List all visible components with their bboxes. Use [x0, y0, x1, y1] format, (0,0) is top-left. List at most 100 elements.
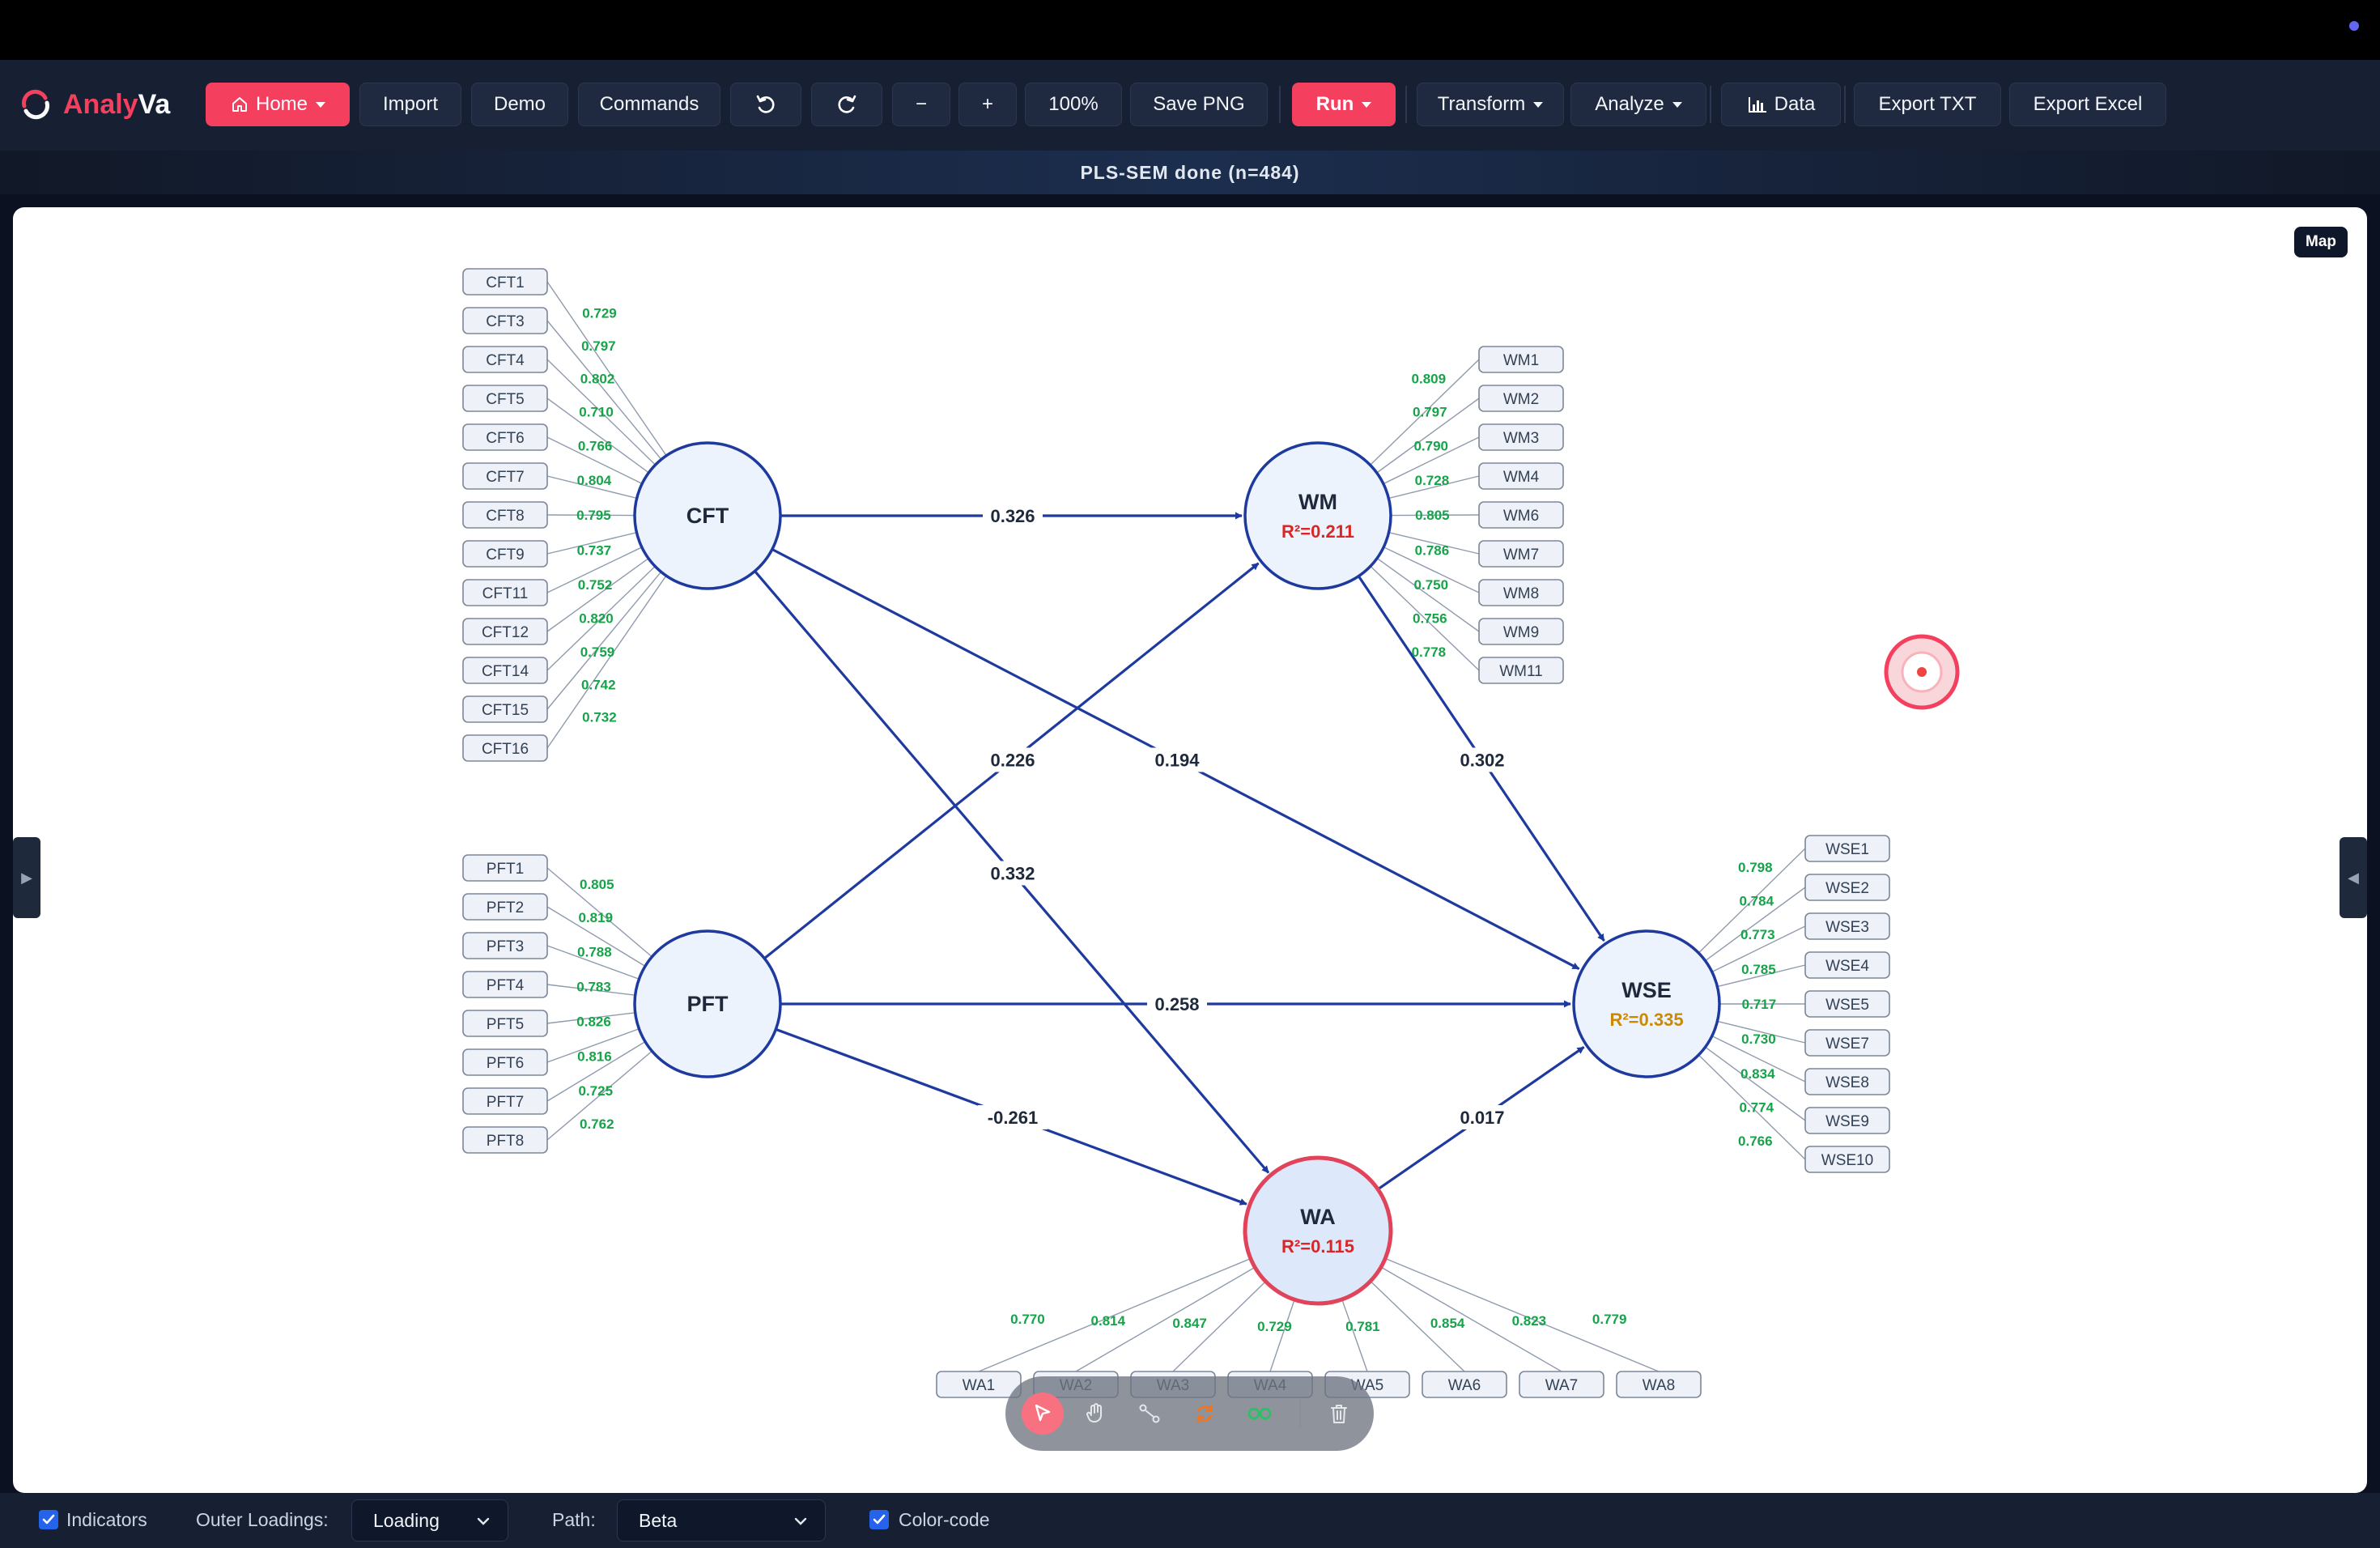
indicators-checkbox[interactable]: [39, 1510, 58, 1529]
hand-tool[interactable]: [1075, 1393, 1117, 1435]
loading-value: 0.797: [1413, 405, 1447, 420]
zoom-out-label: −: [915, 93, 927, 115]
save-png-button[interactable]: Save PNG: [1130, 83, 1268, 126]
loading-value: 0.730: [1741, 1031, 1776, 1047]
indicator-link: [1269, 1299, 1295, 1372]
construct-label: WA: [1300, 1205, 1336, 1229]
status-bar: PLS-SEM done (n=484): [0, 151, 2380, 194]
loading-value: 0.847: [1172, 1316, 1207, 1331]
indicator-label: CFT11: [482, 585, 529, 602]
indicator-label: WSE8: [1825, 1074, 1869, 1091]
select-tool[interactable]: [1022, 1393, 1064, 1435]
indicator-label: PFT8: [487, 1133, 524, 1150]
indicator-label: WM11: [1499, 663, 1542, 680]
brand-part-2: Va: [138, 88, 171, 120]
indicator-label: PFT6: [487, 1055, 524, 1072]
brand-logo[interactable]: AnalyVa: [19, 84, 170, 125]
loading-value: 0.820: [579, 611, 614, 627]
cursor-indicator: [1884, 634, 1960, 710]
import-button[interactable]: Import: [359, 83, 461, 126]
chevron-down-icon: [1533, 101, 1544, 108]
color-code-checkbox[interactable]: [869, 1510, 889, 1529]
delete-tool[interactable]: [1318, 1393, 1360, 1435]
home-icon: [232, 97, 247, 112]
home-button[interactable]: Home: [206, 83, 350, 126]
outer-loadings-select[interactable]: Loading: [351, 1499, 508, 1542]
loading-value: 0.805: [580, 877, 614, 892]
redo-button[interactable]: [811, 83, 882, 126]
home-label: Home: [255, 93, 308, 115]
indicator-label: CFT12: [482, 624, 529, 641]
indicator-label: PFT5: [487, 1016, 524, 1033]
loading-value: 0.766: [1738, 1133, 1773, 1149]
connect-icon: [1139, 1404, 1160, 1423]
bar-chart-icon: [1748, 97, 1766, 113]
zoom-in-label: +: [981, 93, 993, 115]
color-code-label: Color-code: [899, 1509, 990, 1530]
loading-value: 0.756: [1413, 611, 1447, 627]
loading-value: 0.805: [1415, 508, 1450, 523]
loading-value: 0.773: [1740, 927, 1775, 942]
outer-loadings-value: Loading: [373, 1509, 440, 1531]
link-icon: [1247, 1407, 1272, 1420]
indicator-label: CFT7: [486, 469, 525, 486]
loading-value: 0.710: [579, 405, 614, 420]
export-txt-label: Export TXT: [1878, 93, 1977, 115]
undo-icon: [756, 95, 775, 113]
export-txt-button[interactable]: Export TXT: [1854, 83, 2001, 126]
analyze-button[interactable]: Analyze: [1570, 83, 1706, 126]
path-diagram[interactable]: 0.326 0.226 0.194 0.302 0.332 0.258 -0.261 0.01…: [13, 207, 2367, 1493]
minimap-button[interactable]: Map: [2294, 227, 2348, 257]
run-button[interactable]: Run: [1292, 83, 1396, 126]
path-label: Path:: [552, 1509, 596, 1530]
construct-node[interactable]: [1243, 1155, 1393, 1306]
indicator-label: WM1: [1503, 352, 1539, 369]
loading-value: 0.742: [581, 677, 616, 692]
chevron-down-icon: [477, 1517, 490, 1525]
indicator-label: WSE10: [1821, 1152, 1873, 1169]
indicator-label: PFT3: [487, 938, 524, 955]
loading-value: 0.814: [1091, 1313, 1126, 1329]
indicator-label: PFT4: [487, 977, 525, 994]
expand-right-icon: ▶: [21, 869, 32, 886]
transform-button[interactable]: Transform: [1417, 83, 1564, 126]
link-tool[interactable]: [1239, 1393, 1281, 1435]
loading-value: 0.750: [1414, 577, 1449, 593]
indicator-label: WM3: [1503, 430, 1539, 447]
path-select[interactable]: Beta: [617, 1499, 826, 1542]
indicator-label: WSE3: [1825, 919, 1869, 936]
zoom-in-button[interactable]: +: [958, 83, 1017, 126]
undo-button[interactable]: [730, 83, 801, 126]
refresh-tool[interactable]: [1184, 1393, 1226, 1435]
construct-node[interactable]: [1572, 929, 1721, 1078]
model-canvas[interactable]: 0.326 0.226 0.194 0.302 0.332 0.258 -0.261 0.01…: [13, 207, 2367, 1493]
zoom-level-button[interactable]: 100%: [1025, 83, 1122, 126]
export-excel-button[interactable]: Export Excel: [2009, 83, 2166, 126]
indicator-label: WSE9: [1825, 1113, 1869, 1130]
indicator-label: WA8: [1643, 1377, 1675, 1394]
demo-button[interactable]: Demo: [471, 83, 568, 126]
zoom-level: 100%: [1048, 93, 1099, 115]
loading-value: 0.854: [1430, 1316, 1465, 1331]
right-panel-toggle[interactable]: ◀: [2340, 837, 2367, 918]
loading-value: 0.737: [577, 542, 612, 558]
path-coefficient: 0.302: [1460, 751, 1504, 771]
chevron-down-icon: [316, 101, 326, 108]
loading-value: 0.816: [577, 1049, 612, 1065]
loading-value: 0.766: [578, 438, 613, 453]
zoom-out-button[interactable]: −: [892, 83, 950, 126]
commands-button[interactable]: Commands: [578, 83, 720, 126]
run-label: Run: [1315, 93, 1354, 115]
loading-value: 0.732: [582, 710, 617, 725]
loading-value: 0.790: [1413, 438, 1448, 453]
data-button[interactable]: Data: [1721, 83, 1841, 126]
trash-icon: [1331, 1405, 1347, 1423]
left-panel-toggle[interactable]: ▶: [13, 837, 40, 918]
connect-tool[interactable]: [1128, 1393, 1171, 1435]
indicator-label: CFT9: [486, 546, 525, 563]
indicator-label: WSE7: [1825, 1036, 1869, 1053]
construct-node[interactable]: [1243, 441, 1392, 590]
indicator-label: CFT5: [486, 391, 525, 408]
indicator-label: WM4: [1503, 469, 1540, 486]
loading-value: 0.809: [1412, 371, 1447, 386]
